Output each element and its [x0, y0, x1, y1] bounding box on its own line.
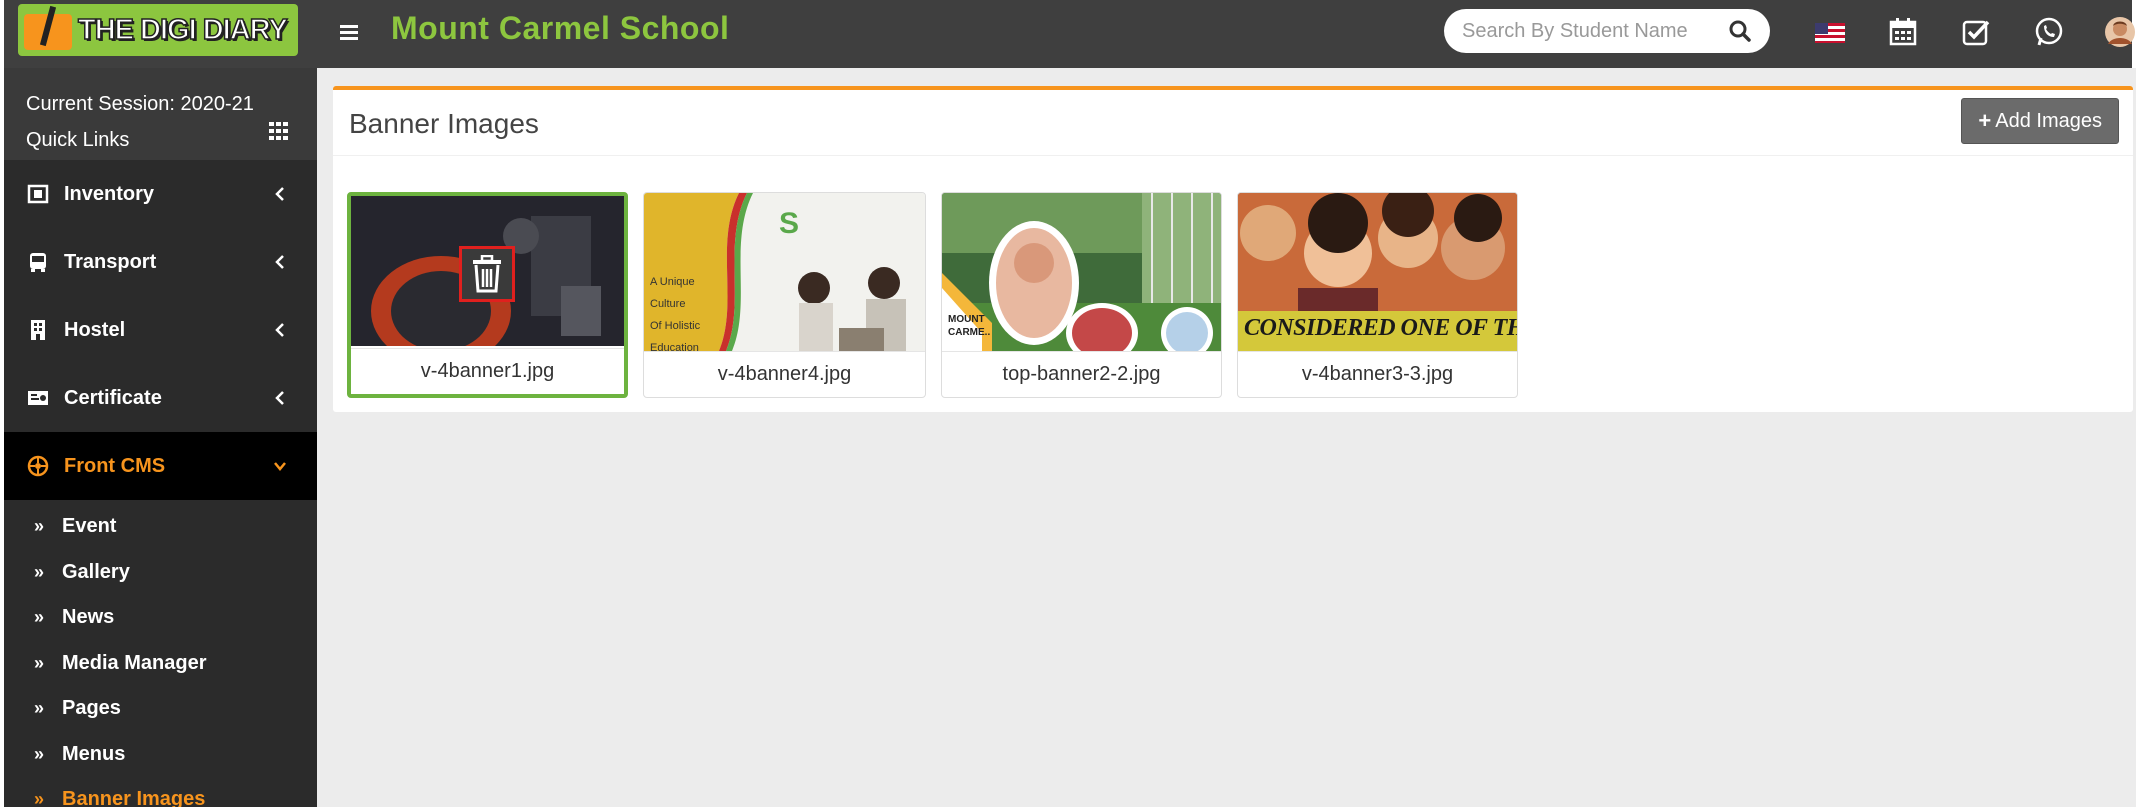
student-search — [1444, 9, 1770, 53]
sidebar-item-inventory[interactable]: Inventory — [4, 160, 317, 228]
banner-text-line: Of Holistic — [650, 320, 701, 332]
avatar[interactable] — [2104, 16, 2136, 48]
chevron-left-icon — [273, 320, 287, 340]
sidebar-item-certificate[interactable]: Certificate — [4, 364, 317, 432]
double-chevron-right-icon: » — [34, 561, 45, 582]
submenu-item-gallery[interactable]: » Gallery — [4, 550, 317, 596]
submenu-item-label: Pages — [62, 697, 121, 720]
banner-text-line: A Unique Culture — [650, 276, 695, 310]
sidebar-item-label: Inventory — [64, 182, 155, 205]
panel-header: Banner Images + Add Images — [333, 90, 2133, 156]
banner-card[interactable]: v-4banner1.jpg — [347, 192, 628, 398]
submenu-item-label: Gallery — [62, 560, 130, 583]
banner-filename: v-4banner1.jpg — [351, 348, 624, 394]
submenu-item-media-manager[interactable]: » Media Manager — [4, 641, 317, 687]
building-icon — [26, 318, 50, 342]
app-logo[interactable]: THE DIGI DIARY — [18, 4, 298, 56]
banner-text-line: Education Which — [650, 342, 699, 351]
double-chevron-right-icon: » — [34, 607, 45, 628]
top-navbar: THE DIGI DIARY Mount Carmel School — [4, 0, 2135, 68]
sidebar-item-transport[interactable]: Transport — [4, 228, 317, 296]
page-title: Banner Images — [349, 108, 539, 139]
banner-text-line: MOUNT — [948, 314, 985, 325]
banner-card[interactable]: MOUNT CARME.. top-banner2-2.jpg — [941, 192, 1222, 398]
chevron-left-icon — [273, 252, 287, 272]
grid-icon[interactable] — [269, 122, 289, 140]
inventory-icon — [26, 182, 50, 206]
front-cms-submenu: » Event » Gallery » News » Media Manager » Pa… — [4, 500, 317, 807]
checkbox-icon[interactable] — [1960, 16, 1992, 48]
session-info: Current Session: 2020-21 Quick Links — [4, 68, 317, 160]
school-name: Mount Carmel School — [391, 10, 730, 46]
submenu-item-banner-images[interactable]: » Banner Images — [4, 777, 317, 807]
banner-card[interactable]: S A Unique Culture Of Holistic Education… — [643, 192, 926, 398]
banner-text-line: CARME.. — [948, 327, 991, 338]
whatsapp-icon[interactable] — [2033, 16, 2065, 48]
banner-text-line: CONSIDERED ONE OF THE TOP — [1244, 315, 1517, 341]
cms-icon — [26, 454, 50, 478]
submenu-item-label: Media Manager — [62, 651, 207, 674]
trash-icon[interactable] — [459, 246, 515, 302]
sidebar-item-front-cms[interactable]: Front CMS — [4, 432, 317, 500]
submenu-item-event[interactable]: » Event — [4, 504, 317, 550]
double-chevron-right-icon: » — [34, 698, 45, 719]
banner-filename: top-banner2-2.jpg — [942, 351, 1221, 397]
banner-filename: v-4banner3-3.jpg — [1238, 351, 1517, 397]
double-chevron-right-icon: » — [34, 652, 45, 673]
add-images-label: Add Images — [1995, 109, 2102, 132]
sidebar-item-label: Hostel — [64, 318, 126, 341]
double-chevron-right-icon: » — [34, 743, 45, 764]
banner-thumbnail: MOUNT CARME.. — [942, 193, 1221, 351]
sidebar-item-label: Front CMS — [64, 454, 166, 477]
bus-icon — [26, 250, 50, 274]
banner-thumbnail: S A Unique Culture Of Holistic Education… — [644, 193, 925, 351]
banner-thumbnail: CONSIDERED ONE OF THE TOP — [1238, 193, 1517, 351]
book-logo-icon — [18, 4, 78, 56]
add-images-button[interactable]: + Add Images — [1961, 98, 2119, 144]
chevron-left-icon — [273, 184, 287, 204]
svg-text:S: S — [779, 207, 799, 240]
search-input[interactable] — [1462, 19, 1702, 43]
logo-text: THE DIGI DIARY — [77, 13, 288, 47]
menu-icon[interactable] — [340, 18, 362, 46]
plus-icon: + — [1978, 108, 1992, 133]
main-content: Banner Images + Add Images v-4banner1.jp… — [317, 68, 2136, 807]
chevron-left-icon — [273, 388, 287, 408]
double-chevron-right-icon: » — [34, 516, 45, 537]
calendar-icon[interactable] — [1887, 16, 1919, 48]
search-icon[interactable] — [1728, 19, 1752, 43]
sidebar-item-label: Transport — [64, 250, 157, 273]
banner-filename: v-4banner4.jpg — [644, 351, 925, 397]
current-session: Current Session: 2020-21 — [26, 93, 254, 115]
sidebar-item-hostel[interactable]: Hostel — [4, 296, 317, 364]
sidebar-item-label: Certificate — [64, 386, 162, 409]
double-chevron-right-icon: » — [34, 789, 45, 807]
submenu-item-label: Menus — [62, 742, 126, 765]
banner-card[interactable]: CONSIDERED ONE OF THE TOP v-4banner3-3.j… — [1237, 192, 1518, 398]
submenu-item-label: News — [62, 606, 115, 629]
submenu-item-pages[interactable]: » Pages — [4, 686, 317, 732]
certificate-icon — [26, 386, 50, 410]
submenu-item-label: Banner Images — [62, 788, 206, 807]
submenu-item-menus[interactable]: » Menus — [4, 732, 317, 778]
chevron-down-icon — [273, 456, 287, 476]
submenu-item-label: Event — [62, 515, 117, 538]
us-flag-icon[interactable] — [1814, 16, 1846, 48]
sidebar: Current Session: 2020-21 Quick Links Inv… — [4, 68, 317, 807]
submenu-item-news[interactable]: » News — [4, 595, 317, 641]
banner-images-panel: Banner Images + Add Images v-4banner1.jp… — [333, 86, 2133, 412]
